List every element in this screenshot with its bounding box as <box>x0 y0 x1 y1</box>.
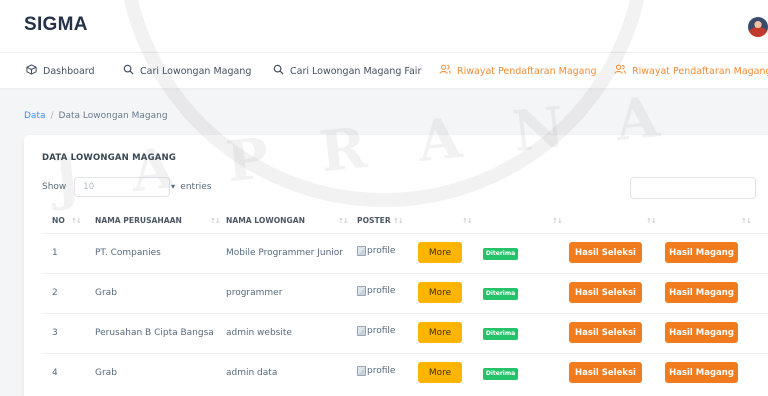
hasil-seleksi-button[interactable]: Hasil Seleksi <box>569 362 642 383</box>
user-avatar[interactable] <box>748 17 768 37</box>
users-icon <box>438 64 452 78</box>
column-header-nama-perusahaan[interactable]: NAMA PERUSAHAAN <box>95 216 182 225</box>
breadcrumb-separator: / <box>50 111 54 121</box>
more-button[interactable]: More <box>418 362 462 383</box>
menu-label: Riwayat Pendaftaran Magang Fair <box>632 65 768 77</box>
hasil-seleksi-button[interactable]: Hasil Seleksi <box>569 242 642 263</box>
broken-image-icon <box>357 286 366 296</box>
brand-logo[interactable]: SIGMA <box>24 14 88 36</box>
table-search-input[interactable] <box>630 177 756 199</box>
entries-length-control: Show 10 ▾ entries <box>42 177 212 197</box>
poster-alt-text: profile <box>367 246 396 256</box>
cell-position: admin website <box>226 328 292 338</box>
poster-image: profile <box>357 326 395 336</box>
poster-alt-text: profile <box>367 366 396 376</box>
menu-item-cari-lowongan[interactable]: Cari Lowongan Magang <box>121 64 251 78</box>
sort-icon[interactable]: ↑↓ <box>338 217 349 225</box>
broken-image-icon <box>357 326 366 336</box>
table-row: 2 Grab programmer profile More Diterima … <box>42 273 768 313</box>
breadcrumb: Data / Data Lowongan Magang <box>24 111 168 121</box>
cube-icon <box>24 64 38 78</box>
cell-no: 1 <box>52 248 58 258</box>
sort-icon[interactable]: ↑↓ <box>741 217 752 225</box>
column-header-nama-lowongan[interactable]: NAMA LOWONGAN <box>226 216 305 225</box>
poster-alt-text: profile <box>367 326 396 336</box>
breadcrumb-current: Data Lowongan Magang <box>58 111 168 121</box>
more-button[interactable]: More <box>418 322 462 343</box>
cell-company: Grab <box>95 288 117 298</box>
cell-position: Mobile Programmer Junior <box>226 248 343 258</box>
hasil-seleksi-button[interactable]: Hasil Seleksi <box>569 322 642 343</box>
cell-company: Grab <box>95 368 117 378</box>
poster-image: profile <box>357 246 395 256</box>
menu-label: Riwayat Pendaftaran Magang <box>457 65 597 77</box>
sort-icon[interactable]: ↑↓ <box>210 217 221 225</box>
sort-icon[interactable]: ↑↓ <box>71 217 82 225</box>
horizontal-menu: Dashboard Cari Lowongan Magang Cari Lowo… <box>0 52 768 88</box>
column-header-poster[interactable]: POSTER <box>357 216 391 225</box>
hasil-magang-button[interactable]: Hasil Magang <box>665 322 738 343</box>
cell-position: programmer <box>226 288 283 298</box>
status-badge: Diterima <box>483 248 518 260</box>
menu-item-riwayat-pendaftaran-fair[interactable]: Riwayat Pendaftaran Magang Fair <box>613 64 768 78</box>
menu-label: Dashboard <box>43 65 95 77</box>
poster-image: profile <box>357 286 395 296</box>
cell-no: 2 <box>52 288 58 298</box>
entries-select[interactable]: 10 <box>74 177 171 197</box>
status-badge: Diterima <box>483 328 518 340</box>
cell-company: PT. Companies <box>95 248 161 258</box>
cell-position: admin data <box>226 368 278 378</box>
poster-alt-text: profile <box>367 286 396 296</box>
cell-company: Perusahan B Cipta Bangsa <box>95 328 214 338</box>
hasil-magang-button[interactable]: Hasil Magang <box>665 362 738 383</box>
users-icon <box>613 64 627 78</box>
sort-icon[interactable]: ↑↓ <box>646 217 657 225</box>
table-row: 4 Grab admin data profile More Diterima … <box>42 353 768 393</box>
column-header-no[interactable]: NO <box>52 216 65 225</box>
poster-image: profile <box>357 366 395 376</box>
sort-icon[interactable]: ↑↓ <box>393 217 404 225</box>
status-badge: Diterima <box>483 368 518 380</box>
search-icon <box>271 64 285 78</box>
menu-item-cari-lowongan-fair[interactable]: Cari Lowongan Magang Fair <box>271 64 421 78</box>
more-button[interactable]: More <box>418 282 462 303</box>
search-icon <box>121 64 135 78</box>
cell-no: 4 <box>52 368 58 378</box>
hasil-seleksi-button[interactable]: Hasil Seleksi <box>569 282 642 303</box>
menu-label: Cari Lowongan Magang Fair <box>290 65 422 77</box>
cell-no: 3 <box>52 328 58 338</box>
menu-label: Cari Lowongan Magang <box>140 65 252 77</box>
status-badge: Diterima <box>483 288 518 300</box>
show-label: Show <box>42 182 67 192</box>
table-row: 1 PT. Companies Mobile Programmer Junior… <box>42 233 768 273</box>
table-row: 3 Perusahan B Cipta Bangsa admin website… <box>42 313 768 353</box>
entries-label: entries <box>180 182 212 192</box>
sort-icon[interactable]: ↑↓ <box>552 217 563 225</box>
select-caret-icon: ▾ <box>171 182 176 191</box>
more-button[interactable]: More <box>418 242 462 263</box>
broken-image-icon <box>357 246 366 256</box>
card-title: DATA LOWONGAN MAGANG <box>42 153 177 163</box>
broken-image-icon <box>357 366 366 376</box>
table-header: NO ↑↓ NAMA PERUSAHAAN ↑↓ NAMA LOWONGAN ↑… <box>42 209 768 233</box>
hasil-magang-button[interactable]: Hasil Magang <box>665 242 738 263</box>
sort-icon[interactable]: ↑↓ <box>462 217 473 225</box>
menu-item-dashboard[interactable]: Dashboard <box>24 64 95 78</box>
top-navbar: SIGMA <box>0 0 768 52</box>
menu-item-riwayat-pendaftaran[interactable]: Riwayat Pendaftaran Magang <box>438 64 597 78</box>
breadcrumb-root-link[interactable]: Data <box>24 111 46 121</box>
hasil-magang-button[interactable]: Hasil Magang <box>665 282 738 303</box>
lowongan-table-card: DATA LOWONGAN MAGANG Show 10 ▾ entries N… <box>24 135 768 396</box>
